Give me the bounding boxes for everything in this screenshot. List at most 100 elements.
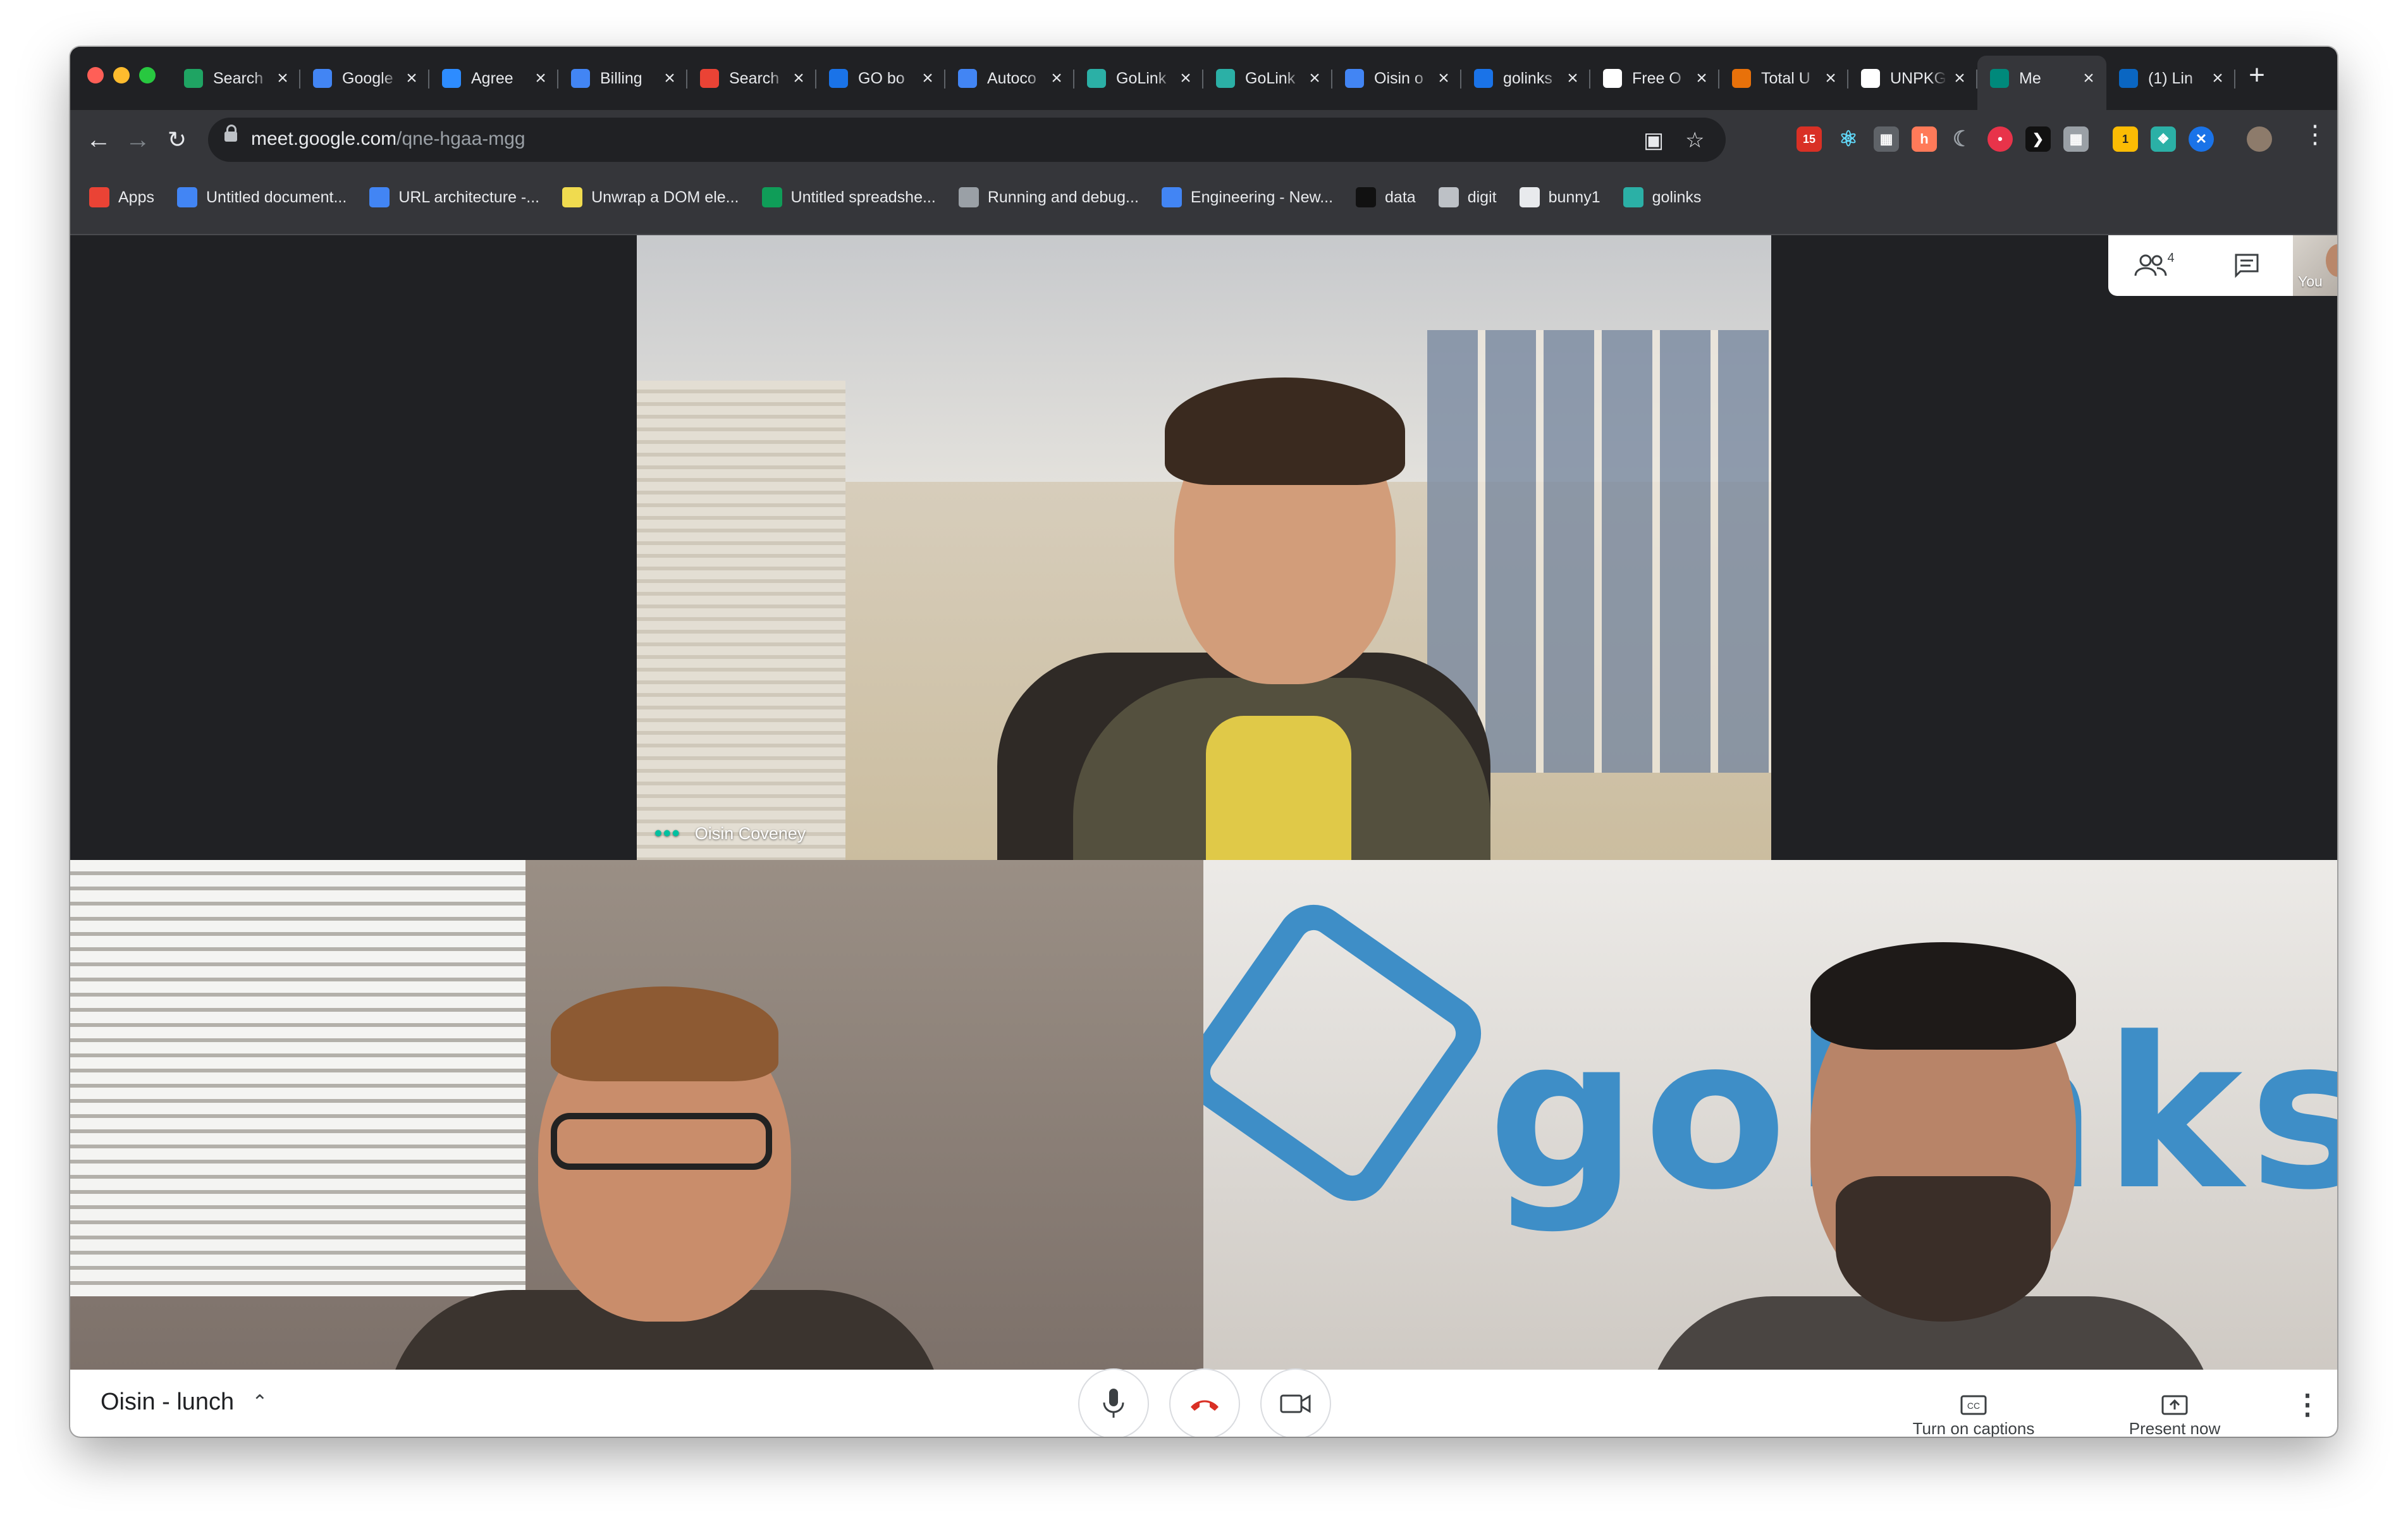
browser-tab[interactable]: Oisin o × [1332,56,1461,101]
bookmark-label: golinks [1652,188,1702,206]
browser-tab[interactable]: Total U × [1719,56,1848,101]
docs-icon [369,187,390,207]
bookmark-item[interactable]: Unwrap a DOM ele... [562,187,739,207]
bookmark-item[interactable]: Engineering - New... [1161,187,1333,207]
close-tab-icon[interactable]: × [790,68,808,89]
browser-tab[interactable]: GoLink × [1074,56,1203,101]
profile-avatar[interactable] [2247,126,2272,152]
browser-menu-icon[interactable]: ⋮ [2302,120,2328,149]
close-tab-icon[interactable]: × [1693,68,1711,89]
extension-arrow-icon[interactable]: ❯ [2025,126,2051,152]
video-tile-participant-2[interactable] [70,860,1203,1370]
new-tab-button[interactable]: + [2238,59,2276,91]
bookmark-item[interactable]: Untitled spreadshe... [761,187,936,207]
hubspot-icon[interactable]: h [1912,126,1937,152]
close-tab-icon[interactable]: × [1822,68,1840,89]
close-window-button[interactable] [87,67,104,83]
video-tile-speaker[interactable]: ••• Oisin Coveney [637,235,1771,860]
microphone-button[interactable] [1078,1368,1149,1437]
close-tab-icon[interactable]: × [274,68,292,89]
browser-tab[interactable]: (1) Lin × [2106,56,2235,101]
browser-tab[interactable]: Autoco × [945,56,1074,101]
close-tab-icon[interactable]: × [1951,68,1969,89]
close-tab-icon[interactable]: × [1564,68,1582,89]
lastpass-icon[interactable]: • [1987,126,2013,152]
calendar-extension-icon[interactable]: 15 [1797,126,1822,152]
close-tab-icon[interactable]: × [919,68,937,89]
close-tab-icon[interactable]: × [1048,68,1066,89]
forward-button[interactable]: → [122,124,154,156]
bookmark-item[interactable]: Apps [89,187,154,207]
browser-tab[interactable]: Free O × [1590,56,1719,101]
tab-title: golinks [1503,69,1552,87]
captions-label: Turn on captions [1912,1419,2035,1437]
microphone-icon [1103,1389,1124,1418]
meet-bottom-bar: Oisin - lunch ⌃ CC Turn on captions Pres… [70,1368,2337,1437]
camera-button[interactable] [1260,1368,1331,1437]
tab-title: Free O [1632,69,1681,87]
participant-hair [1165,378,1405,485]
golinks-extension-icon[interactable]: ❖ [2151,126,2176,152]
browser-tab[interactable]: Search × [687,56,816,101]
back-button[interactable]: ← [83,124,114,156]
bookmark-item[interactable]: Running and debug... [958,187,1139,207]
leave-call-button[interactable] [1169,1368,1240,1437]
browser-tab[interactable]: golinks × [1461,56,1590,101]
bookmark-item[interactable]: golinks [1623,187,1702,207]
extension-blue-icon[interactable]: ✕ [2189,126,2214,152]
extension-grid-icon[interactable]: ▦ [2063,126,2089,152]
extension-badge-icon[interactable]: 1 [2113,126,2138,152]
react-devtools-icon[interactable]: ⚛ [1836,126,1861,152]
dark-mode-icon[interactable]: ☾ [1950,126,1975,152]
close-tab-icon[interactable]: × [403,68,421,89]
bookmark-star-icon[interactable]: ☆ [1685,128,1704,153]
video-tile-participant-3[interactable]: golinks [1203,860,2337,1370]
bookmark-item[interactable]: URL architecture -... [369,187,539,207]
closet-doors [637,381,845,860]
bookmark-item[interactable]: bunny1 [1519,187,1600,207]
browser-tab[interactable]: UNPKG × [1848,56,1977,101]
address-bar[interactable]: meet.google.com/qne-hgaa-mgg ▣ ☆ [208,118,1726,162]
bookmark-label: Untitled document... [206,188,347,206]
close-tab-icon[interactable]: × [2209,68,2227,89]
meeting-details-toggle[interactable]: Oisin - lunch ⌃ [101,1389,267,1416]
browser-tab[interactable]: Me × [1977,56,2106,110]
js-icon [562,187,583,207]
tab-title: Google [342,69,393,87]
bookmark-item[interactable]: data [1356,187,1416,207]
browser-tab[interactable]: Billing × [558,56,687,101]
browser-tab[interactable]: GO bo × [816,56,945,101]
camera-in-use-icon[interactable]: ▣ [1643,128,1664,153]
minimize-window-button[interactable] [113,67,130,83]
close-tab-icon[interactable]: × [2080,68,2098,89]
bookmarks-bar: Apps Untitled document... URL architecture… [70,171,2337,235]
present-now-button[interactable]: Present now [2111,1395,2238,1437]
browser-tab[interactable]: Agree × [429,56,558,101]
bookmark-item[interactable]: digit [1438,187,1497,207]
glasses [551,1113,772,1170]
close-tab-icon[interactable]: × [1177,68,1195,89]
close-tab-icon[interactable]: × [1306,68,1324,89]
browser-tab[interactable]: Search × [171,56,300,101]
close-tab-icon[interactable]: × [661,68,679,89]
maximize-window-button[interactable] [139,67,156,83]
tab-title: UNPKG [1890,69,1946,87]
self-view-tile[interactable]: You ••• [2293,235,2337,296]
meet-stage: ••• Oisin Coveney golinks [70,235,2337,1370]
chat-button[interactable] [2201,235,2293,296]
close-tab-icon[interactable]: × [532,68,550,89]
more-options-icon[interactable]: ⋮ [2294,1389,2321,1421]
browser-tab[interactable]: GoLink × [1203,56,1332,101]
participants-button[interactable]: 4 [2108,235,2201,296]
tab-title: Search [213,69,264,87]
page-icon [1603,69,1622,88]
tab-title: GO bo [858,69,905,87]
browser-tab[interactable]: Google × [300,56,429,101]
dots-icon [1732,69,1751,88]
captions-button[interactable]: CC Turn on captions [1898,1395,2049,1437]
reload-button[interactable]: ↻ [161,124,193,156]
tab-title: Oisin o [1374,69,1423,87]
bookmark-item[interactable]: Untitled document... [176,187,347,207]
close-tab-icon[interactable]: × [1435,68,1453,89]
extension-card-icon[interactable]: ▦ [1874,126,1899,152]
